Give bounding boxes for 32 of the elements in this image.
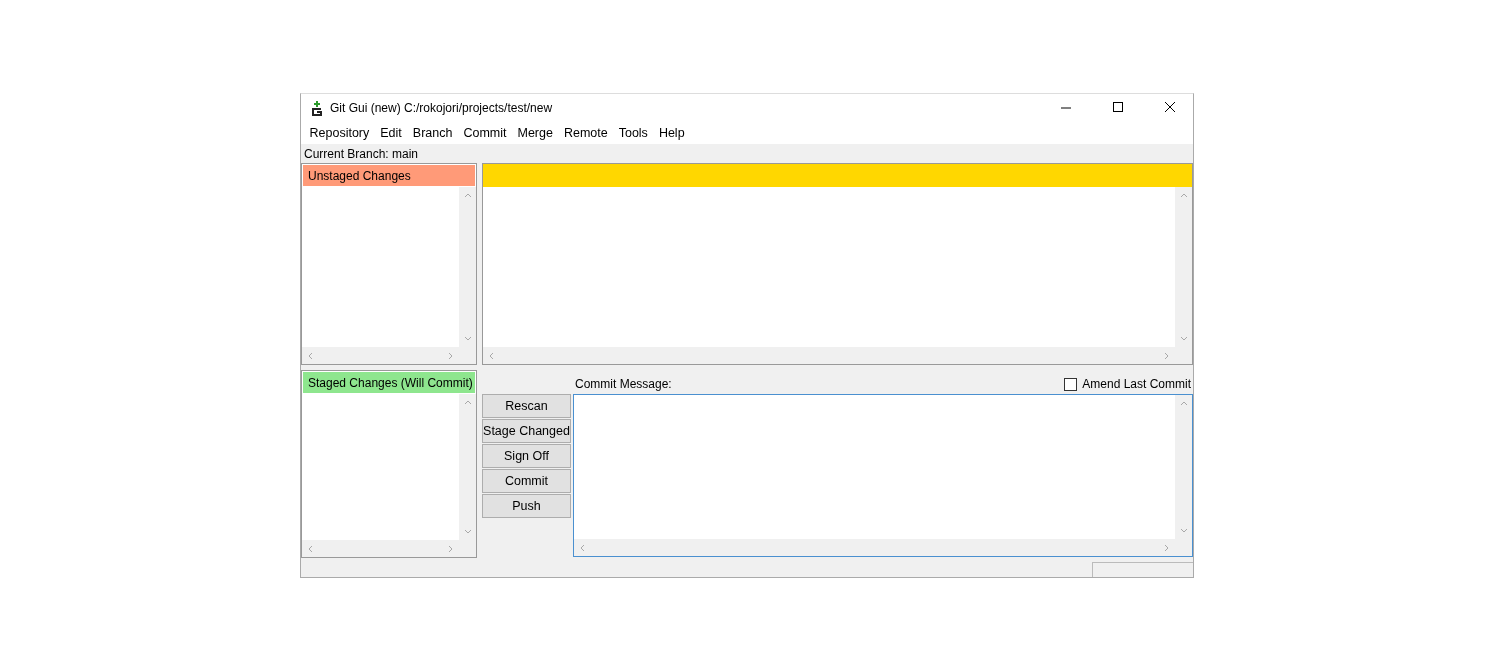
staged-file-list[interactable]	[302, 394, 476, 557]
menu-item[interactable]: Tools	[613, 125, 654, 140]
unstaged-changes-header: Unstaged Changes	[302, 164, 476, 187]
menu-item[interactable]: Merge	[511, 125, 559, 140]
commit-message-field[interactable]	[573, 394, 1193, 557]
unstaged-file-list[interactable]	[302, 187, 476, 364]
action-button[interactable]: Commit	[482, 469, 571, 493]
menu-item[interactable]: Help	[653, 125, 691, 140]
commit-message-label: Commit Message:	[575, 377, 672, 391]
vertical-scrollbar[interactable]	[459, 394, 476, 540]
staged-changes-header: Staged Changes (Will Commit)	[302, 371, 476, 394]
vertical-scrollbar[interactable]	[1175, 187, 1192, 347]
window-title: Git Gui (new) C:/rokojori/projects/test/new	[330, 100, 554, 115]
horizontal-scrollbar[interactable]	[302, 540, 459, 557]
action-button[interactable]: Sign Off	[482, 444, 571, 468]
amend-checkbox[interactable]	[1064, 377, 1078, 391]
horizontal-scrollbar[interactable]	[483, 347, 1175, 364]
horizontal-scrollbar[interactable]	[574, 539, 1175, 556]
menu-item[interactable]: Repository	[304, 125, 375, 140]
horizontal-scrollbar[interactable]	[302, 347, 459, 364]
menu-item[interactable]: Remote	[558, 125, 614, 140]
current-branch-label: Current Branch: main	[304, 146, 419, 161]
amend-label: Amend Last Commit	[1082, 377, 1191, 391]
action-button[interactable]: Push	[482, 494, 571, 518]
action-button[interactable]: Rescan	[482, 394, 571, 418]
action-button[interactable]: Stage Changed	[482, 419, 571, 443]
menu-item[interactable]: Edit	[374, 125, 408, 140]
menu-item[interactable]: Branch	[407, 125, 458, 140]
git-logo-icon	[310, 99, 324, 116]
vertical-scrollbar[interactable]	[459, 187, 476, 347]
vertical-scrollbar[interactable]	[1175, 395, 1192, 539]
menu-item[interactable]: Commit	[457, 125, 512, 140]
